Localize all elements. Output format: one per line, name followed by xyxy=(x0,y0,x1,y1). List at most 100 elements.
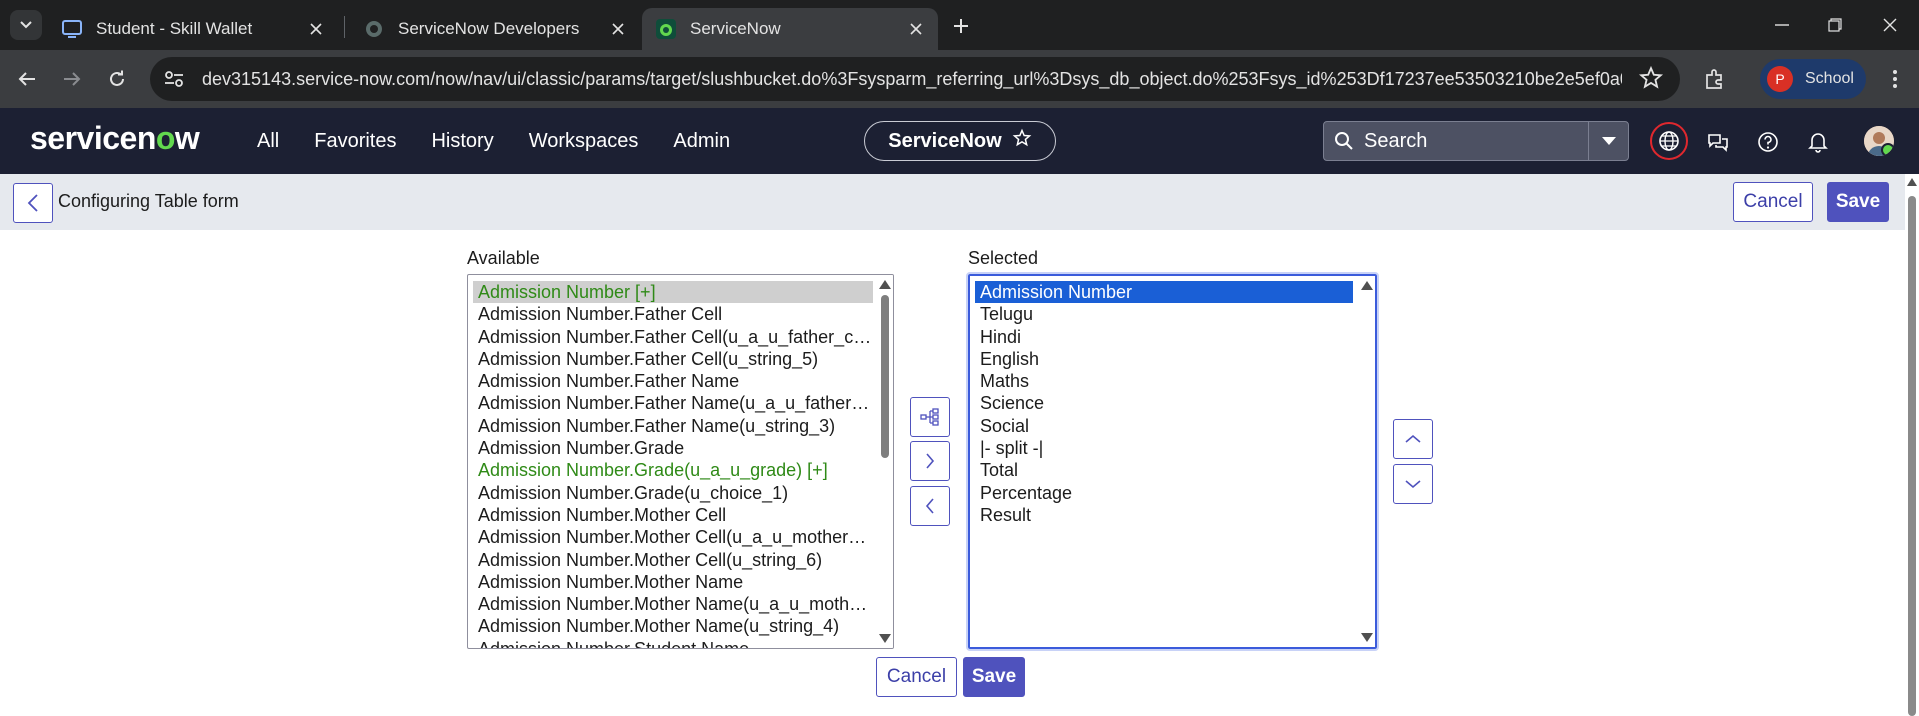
app-name-pill[interactable]: ServiceNow xyxy=(864,121,1056,161)
nav-workspaces[interactable]: Workspaces xyxy=(529,130,639,153)
tab-student-skill-wallet[interactable]: Student - Skill Wallet xyxy=(48,8,338,50)
close-window-button[interactable] xyxy=(1860,0,1919,50)
bell-icon[interactable] xyxy=(1800,124,1836,160)
chevron-left-icon xyxy=(27,194,38,212)
selected-list-item[interactable]: |- split -| xyxy=(975,437,1353,459)
remove-from-selected-button[interactable] xyxy=(910,486,950,526)
tab-servicenow-developers[interactable]: ServiceNow Developers xyxy=(350,8,640,50)
save-button[interactable]: Save xyxy=(1827,182,1889,222)
global-search[interactable]: Search xyxy=(1323,121,1629,161)
selected-list-item[interactable]: Percentage xyxy=(975,482,1353,504)
caret-down-icon xyxy=(1601,137,1616,145)
available-list-item[interactable]: Admission Number.Mother Name xyxy=(473,571,873,593)
selected-list-item[interactable]: Social xyxy=(975,415,1353,437)
tab-servicenow[interactable]: ServiceNow xyxy=(642,8,938,50)
available-list-item[interactable]: Admission Number.Mother Cell(u_a_u_mothe… xyxy=(473,526,873,548)
nav-all[interactable]: All xyxy=(257,130,279,153)
profile-avatar: P xyxy=(1767,66,1793,92)
available-list-item[interactable]: Admission Number.Grade(u_choice_1) xyxy=(473,482,873,504)
selected-list-item[interactable]: Science xyxy=(975,392,1353,414)
selected-list-item[interactable]: English xyxy=(975,348,1353,370)
available-list-item[interactable]: Admission Number.Student Name xyxy=(473,638,873,648)
save-button-bottom[interactable]: Save xyxy=(963,657,1025,697)
site-info-icon[interactable] xyxy=(156,61,192,97)
add-to-selected-button[interactable] xyxy=(910,441,950,481)
app-name: ServiceNow xyxy=(888,129,1002,152)
close-tab-icon[interactable] xyxy=(604,15,632,43)
browser-menu-button[interactable] xyxy=(1880,62,1910,96)
minimize-icon xyxy=(1775,24,1789,26)
extensions-button[interactable] xyxy=(1698,62,1732,96)
scrollbar-thumb[interactable] xyxy=(881,295,889,458)
selected-scrollbar[interactable] xyxy=(1357,276,1375,647)
move-down-button[interactable] xyxy=(1393,464,1433,504)
chat-icon[interactable] xyxy=(1700,124,1736,160)
selected-list-item[interactable]: Total xyxy=(975,459,1353,481)
close-tab-icon[interactable] xyxy=(902,15,930,43)
page-scrollbar[interactable] xyxy=(1905,174,1919,716)
profile-chip[interactable]: P School xyxy=(1760,59,1866,99)
close-tab-icon[interactable] xyxy=(302,15,330,43)
back-button[interactable] xyxy=(13,183,53,223)
close-icon xyxy=(1883,18,1897,32)
user-avatar[interactable] xyxy=(1864,126,1894,156)
reload-button[interactable] xyxy=(100,62,134,96)
cancel-button[interactable]: Cancel xyxy=(1733,182,1813,222)
tab-title: Student - Skill Wallet xyxy=(96,19,253,38)
address-bar[interactable]: dev315143.service-now.com/now/nav/ui/cla… xyxy=(150,57,1680,101)
available-list[interactable]: Admission Number [+] Admission Number.Fat… xyxy=(467,274,894,649)
available-list-item[interactable]: Admission Number.Father Name(u_a_u_fathe… xyxy=(473,392,873,414)
scrollbar-thumb[interactable] xyxy=(1908,196,1916,716)
available-list-item[interactable]: Admission Number [+] xyxy=(473,281,873,304)
nav-favorites[interactable]: Favorites xyxy=(314,130,396,153)
main-nav: All Favorites History Workspaces Admin xyxy=(257,108,765,174)
nav-history[interactable]: History xyxy=(431,130,493,153)
search-scope-dropdown[interactable] xyxy=(1588,122,1628,160)
scroll-up-arrow-icon[interactable] xyxy=(1361,281,1373,290)
nav-admin[interactable]: Admin xyxy=(673,130,730,153)
selected-label: Selected xyxy=(968,248,1039,268)
available-list-item[interactable]: Admission Number.Father Cell xyxy=(473,303,873,325)
available-list-item[interactable]: Admission Number.Mother Name(u_a_u_mothe… xyxy=(473,593,873,615)
available-list-item[interactable]: Admission Number.Father Cell(u_a_u_fathe… xyxy=(473,326,873,348)
star-icon[interactable] xyxy=(1012,128,1032,154)
restore-button[interactable] xyxy=(1805,0,1865,50)
help-icon[interactable] xyxy=(1750,124,1786,160)
selected-list-item[interactable]: Hindi xyxy=(975,326,1353,348)
selected-list[interactable]: Admission Number Telugu Hindi English Maths S… xyxy=(966,272,1379,651)
url-text: dev315143.service-now.com/now/nav/ui/cla… xyxy=(202,68,1622,89)
available-list-item[interactable]: Admission Number.Mother Cell(u_string_6) xyxy=(473,549,873,571)
dot-walk-button[interactable] xyxy=(910,397,950,437)
selected-list-item[interactable]: Admission Number xyxy=(975,281,1353,304)
tab-search-button[interactable] xyxy=(10,10,42,40)
bookmark-star-icon[interactable] xyxy=(1638,65,1664,96)
available-list-item[interactable]: Admission Number.Grade xyxy=(473,437,873,459)
servicenow-logo[interactable]: servicenow xyxy=(30,120,200,157)
globe-icon[interactable] xyxy=(1650,122,1688,160)
back-button[interactable] xyxy=(10,62,44,96)
available-list-item[interactable]: Admission Number.Grade(u_a_u_grade) [+] xyxy=(473,459,873,481)
move-up-button[interactable] xyxy=(1393,419,1433,459)
available-list-item[interactable]: Admission Number.Father Name(u_string_3) xyxy=(473,415,873,437)
available-scrollbar[interactable] xyxy=(875,275,893,648)
browser-toolbar: dev315143.service-now.com/now/nav/ui/cla… xyxy=(0,50,1919,108)
available-list-item[interactable]: Admission Number.Father Cell(u_string_5) xyxy=(473,348,873,370)
available-list-item[interactable]: Admission Number.Mother Cell xyxy=(473,504,873,526)
forward-button[interactable] xyxy=(55,62,89,96)
kebab-menu-icon xyxy=(1893,70,1897,88)
selected-list-item[interactable]: Telugu xyxy=(975,303,1353,325)
minimize-button[interactable] xyxy=(1752,0,1812,50)
available-list-item[interactable]: Admission Number.Father Name xyxy=(473,370,873,392)
scroll-down-arrow-icon[interactable] xyxy=(879,634,891,643)
dot-walk-icon xyxy=(920,408,939,426)
selected-list-item[interactable]: Result xyxy=(975,504,1353,526)
available-list-item[interactable]: Admission Number.Mother Name(u_string_4) xyxy=(473,615,873,637)
scroll-up-arrow-icon[interactable] xyxy=(1907,178,1917,186)
new-tab-button[interactable] xyxy=(944,11,978,41)
selected-list-item[interactable]: Maths xyxy=(975,370,1353,392)
scroll-down-arrow-icon[interactable] xyxy=(1361,633,1373,642)
chevron-down-icon xyxy=(20,21,32,29)
scroll-up-arrow-icon[interactable] xyxy=(879,280,891,289)
cancel-button-bottom[interactable]: Cancel xyxy=(876,657,957,697)
tab-title: ServiceNow Developers xyxy=(398,19,580,38)
